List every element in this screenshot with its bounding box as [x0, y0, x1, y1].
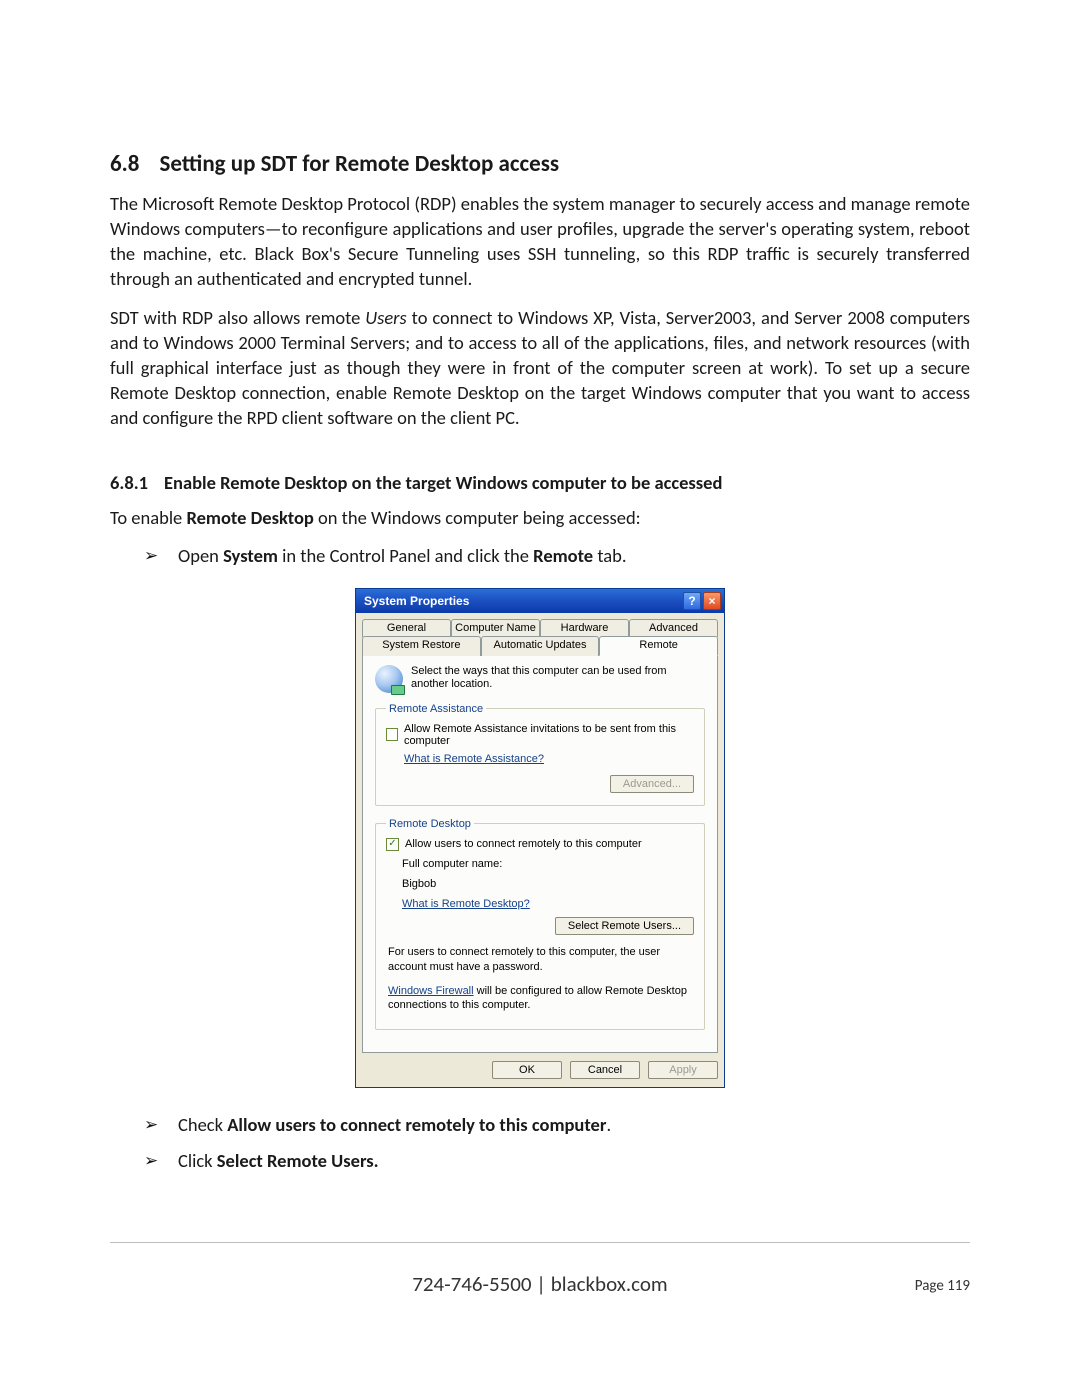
- bullet-click-select: Click Select Remote Users.: [144, 1148, 970, 1175]
- rd-note-1: For users to connect remotely to this co…: [388, 945, 692, 974]
- ra-advanced-button[interactable]: Advanced...: [610, 775, 694, 793]
- system-properties-dialog: System Properties ? × General Computer N…: [355, 588, 725, 1088]
- lead-a: To enable: [110, 506, 186, 529]
- ra-checkbox[interactable]: ✓: [386, 728, 398, 741]
- step-list-top: Open System in the Control Panel and cli…: [144, 543, 970, 570]
- windows-firewall-link[interactable]: Windows Firewall: [388, 985, 474, 997]
- rd-note-2: Windows Firewall will be configured to a…: [388, 984, 692, 1013]
- rd-fullname-value: Bigbob: [402, 877, 694, 891]
- lead-c: on the Windows computer being accessed:: [314, 506, 641, 529]
- rd-fullname-label: Full computer name:: [402, 857, 694, 871]
- rd-checkbox-label: Allow users to connect remotely to this …: [405, 838, 642, 850]
- step-list-bottom: Check Allow users to connect remotely to…: [144, 1112, 970, 1176]
- tab-general[interactable]: General: [362, 619, 451, 637]
- rd-help-link[interactable]: What is Remote Desktop?: [402, 898, 530, 910]
- rd-checkbox[interactable]: ✓: [386, 838, 399, 851]
- remote-assistance-group: Remote Assistance ✓ Allow Remote Assista…: [375, 703, 705, 806]
- apply-button[interactable]: Apply: [648, 1061, 718, 1079]
- dialog-footer: OK Cancel Apply: [356, 1053, 724, 1087]
- tab-remote[interactable]: Remote: [599, 636, 718, 656]
- ra-help-link[interactable]: What is Remote Assistance?: [404, 753, 544, 765]
- bullet-open-system: Open System in the Control Panel and cli…: [144, 543, 970, 570]
- p2-em: Users: [365, 306, 406, 329]
- paragraph-1: The Microsoft Remote Desktop Protocol (R…: [110, 192, 970, 292]
- paragraph-2: SDT with RDP also allows remote Users to…: [110, 306, 970, 431]
- select-remote-users-button[interactable]: Select Remote Users...: [555, 917, 694, 935]
- subsection-lead: To enable Remote Desktop on the Windows …: [110, 506, 970, 529]
- section-number: 6.8: [110, 150, 139, 178]
- tab-advanced[interactable]: Advanced: [629, 619, 718, 637]
- p2-a: SDT with RDP also allows remote: [110, 306, 365, 329]
- dialog-figure: System Properties ? × General Computer N…: [110, 588, 970, 1088]
- cancel-button[interactable]: Cancel: [570, 1061, 640, 1079]
- page-footer: 724-746-5500 | blackbox.com Page 119: [110, 1242, 970, 1297]
- tab-computer-name[interactable]: Computer Name: [451, 619, 540, 637]
- remote-icon: [375, 665, 403, 693]
- tab-system-restore[interactable]: System Restore: [362, 636, 481, 656]
- subsection-title: Enable Remote Desktop on the target Wind…: [164, 471, 722, 494]
- ra-legend: Remote Assistance: [386, 703, 486, 715]
- tab-hardware[interactable]: Hardware: [540, 619, 629, 637]
- tab-row-2: System Restore Automatic Updates Remote: [362, 636, 718, 656]
- dialog-titlebar: System Properties ? ×: [356, 589, 724, 613]
- bullet-check-allow: Check Allow users to connect remotely to…: [144, 1112, 970, 1139]
- footer-contact: 724-746-5500 | blackbox.com: [412, 1271, 667, 1297]
- close-button[interactable]: ×: [703, 592, 721, 610]
- rd-legend: Remote Desktop: [386, 818, 474, 830]
- dialog-title: System Properties: [364, 594, 469, 608]
- section-heading: 6.8 Setting up SDT for Remote Desktop acc…: [110, 150, 970, 178]
- footer-page-number: Page 119: [915, 1277, 970, 1295]
- tab-row-1: General Computer Name Hardware Advanced: [362, 619, 718, 637]
- tab-body: Select the ways that this computer can b…: [362, 655, 718, 1053]
- lead-b: Remote Desktop: [186, 506, 313, 529]
- intro-text: Select the ways that this computer can b…: [411, 665, 705, 693]
- section-title-text: Setting up SDT for Remote Desktop access: [159, 150, 559, 178]
- help-button[interactable]: ?: [683, 592, 701, 610]
- subsection-number: 6.8.1: [110, 471, 148, 494]
- remote-desktop-group: Remote Desktop ✓ Allow users to connect …: [375, 818, 705, 1030]
- ra-checkbox-label: Allow Remote Assistance invitations to b…: [404, 723, 694, 747]
- footer-divider: [110, 1242, 970, 1243]
- ok-button[interactable]: OK: [492, 1061, 562, 1079]
- subsection-heading: 6.8.1 Enable Remote Desktop on the target…: [110, 471, 970, 494]
- tab-automatic-updates[interactable]: Automatic Updates: [481, 636, 600, 656]
